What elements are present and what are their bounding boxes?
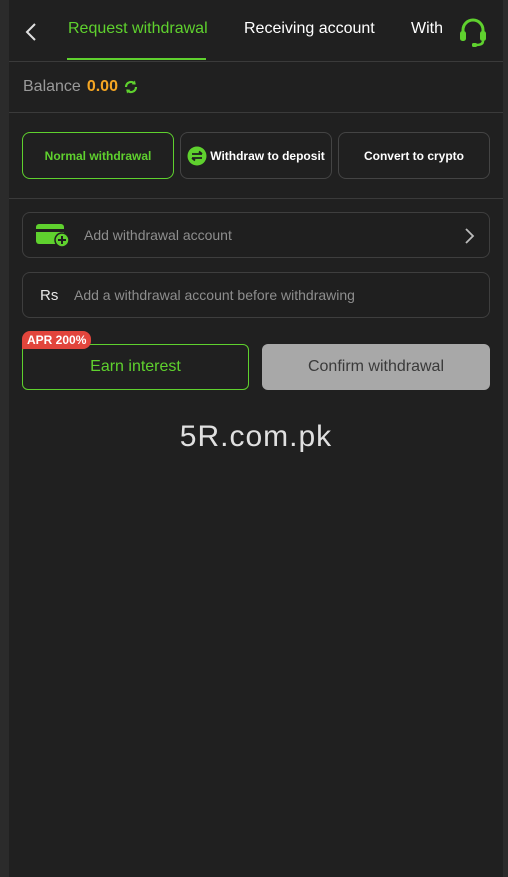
swap-icon bbox=[187, 146, 207, 165]
headset-icon[interactable] bbox=[457, 16, 489, 48]
balance-label: Balance bbox=[23, 78, 81, 95]
top-nav: Request withdrawal Receiving account Wit… bbox=[9, 0, 503, 62]
amount-field: Rs bbox=[22, 272, 490, 318]
add-account-label: Add withdrawal account bbox=[84, 227, 232, 243]
watermark: 5R.com.pk bbox=[179, 420, 333, 453]
method-label: Convert to crypto bbox=[363, 148, 464, 163]
confirm-withdrawal-button[interactable]: Confirm withdrawal bbox=[262, 344, 490, 390]
withdrawal-methods: Normal withdrawal Withdraw to deposit Co… bbox=[9, 113, 503, 199]
chevron-right-icon bbox=[465, 228, 475, 244]
method-label: Withdraw to deposit bbox=[210, 148, 325, 163]
back-button[interactable] bbox=[19, 18, 43, 46]
currency-symbol: Rs bbox=[40, 286, 59, 304]
refresh-icon[interactable] bbox=[123, 79, 139, 95]
method-convert-to-crypto[interactable]: Convert to crypto bbox=[338, 132, 490, 179]
add-withdrawal-account-row[interactable]: Add withdrawal account bbox=[22, 212, 490, 258]
amount-input[interactable] bbox=[74, 287, 454, 303]
tab-receiving-account[interactable]: Receiving account bbox=[244, 20, 375, 38]
add-card-icon bbox=[36, 224, 70, 248]
tab-withdrawal-record[interactable]: With bbox=[411, 20, 443, 38]
balance-value: 0.00 bbox=[86, 78, 118, 95]
method-withdraw-to-deposit[interactable]: Withdraw to deposit bbox=[180, 132, 332, 179]
tab-request-withdrawal[interactable]: Request withdrawal bbox=[68, 20, 208, 38]
active-tab-indicator bbox=[67, 58, 206, 60]
app-frame: Request withdrawal Receiving account Wit… bbox=[9, 0, 503, 877]
earn-interest-button[interactable]: Earn interest bbox=[22, 344, 249, 390]
balance-row: Balance 0.00 bbox=[9, 62, 503, 113]
method-label: Normal withdrawal bbox=[44, 148, 152, 163]
apr-badge: APR 200% bbox=[22, 331, 92, 349]
chevron-left-icon bbox=[25, 23, 36, 41]
method-normal-withdrawal[interactable]: Normal withdrawal bbox=[22, 132, 174, 179]
